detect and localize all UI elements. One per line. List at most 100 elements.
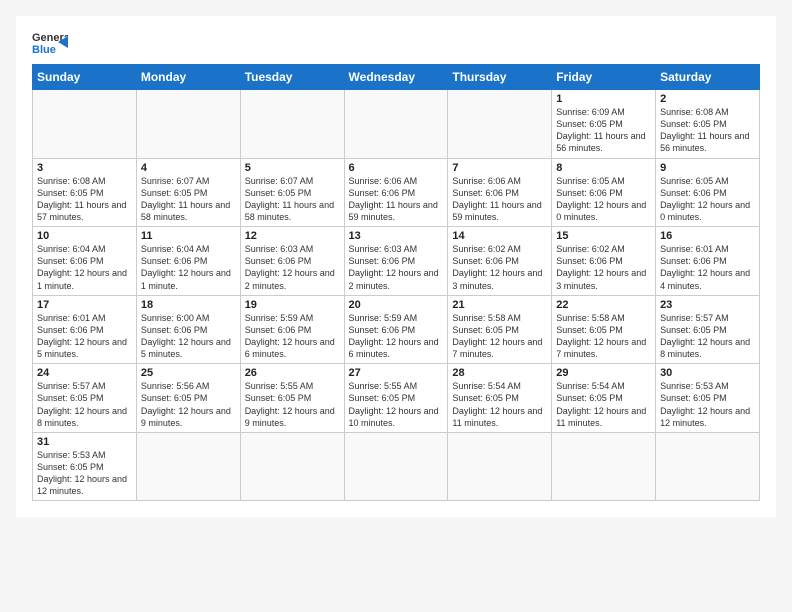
cell-sun-info: Sunrise: 5:59 AM Sunset: 6:06 PM Dayligh… bbox=[349, 312, 444, 361]
cell-sun-info: Sunrise: 6:05 AM Sunset: 6:06 PM Dayligh… bbox=[660, 175, 755, 224]
calendar-week-row: 31Sunrise: 5:53 AM Sunset: 6:05 PM Dayli… bbox=[33, 432, 760, 501]
calendar-cell: 25Sunrise: 5:56 AM Sunset: 6:05 PM Dayli… bbox=[136, 364, 240, 433]
cell-date-number: 17 bbox=[37, 299, 132, 311]
calendar-cell: 13Sunrise: 6:03 AM Sunset: 6:06 PM Dayli… bbox=[344, 227, 448, 296]
cell-date-number: 24 bbox=[37, 367, 132, 379]
cell-sun-info: Sunrise: 5:58 AM Sunset: 6:05 PM Dayligh… bbox=[452, 312, 547, 361]
header: General Blue bbox=[32, 28, 760, 56]
cell-date-number: 5 bbox=[245, 162, 340, 174]
svg-text:Blue: Blue bbox=[32, 44, 56, 56]
calendar-cell: 4Sunrise: 6:07 AM Sunset: 6:05 PM Daylig… bbox=[136, 158, 240, 227]
calendar-cell bbox=[136, 90, 240, 159]
calendar-cell: 8Sunrise: 6:05 AM Sunset: 6:06 PM Daylig… bbox=[552, 158, 656, 227]
cell-date-number: 4 bbox=[141, 162, 236, 174]
cell-date-number: 12 bbox=[245, 230, 340, 242]
cell-date-number: 13 bbox=[349, 230, 444, 242]
cell-sun-info: Sunrise: 6:04 AM Sunset: 6:06 PM Dayligh… bbox=[37, 243, 132, 292]
calendar-cell: 29Sunrise: 5:54 AM Sunset: 6:05 PM Dayli… bbox=[552, 364, 656, 433]
cell-date-number: 7 bbox=[452, 162, 547, 174]
cell-date-number: 18 bbox=[141, 299, 236, 311]
calendar-cell bbox=[656, 432, 760, 501]
calendar-cell bbox=[552, 432, 656, 501]
calendar-week-row: 17Sunrise: 6:01 AM Sunset: 6:06 PM Dayli… bbox=[33, 295, 760, 364]
logo: General Blue bbox=[32, 28, 68, 56]
calendar-cell: 21Sunrise: 5:58 AM Sunset: 6:05 PM Dayli… bbox=[448, 295, 552, 364]
calendar-cell: 22Sunrise: 5:58 AM Sunset: 6:05 PM Dayli… bbox=[552, 295, 656, 364]
calendar-cell: 20Sunrise: 5:59 AM Sunset: 6:06 PM Dayli… bbox=[344, 295, 448, 364]
calendar-cell: 17Sunrise: 6:01 AM Sunset: 6:06 PM Dayli… bbox=[33, 295, 137, 364]
cell-sun-info: Sunrise: 6:08 AM Sunset: 6:05 PM Dayligh… bbox=[37, 175, 132, 224]
calendar-week-row: 1Sunrise: 6:09 AM Sunset: 6:05 PM Daylig… bbox=[33, 90, 760, 159]
calendar-cell: 18Sunrise: 6:00 AM Sunset: 6:06 PM Dayli… bbox=[136, 295, 240, 364]
cell-date-number: 14 bbox=[452, 230, 547, 242]
cell-sun-info: Sunrise: 6:01 AM Sunset: 6:06 PM Dayligh… bbox=[660, 243, 755, 292]
calendar-table: SundayMondayTuesdayWednesdayThursdayFrid… bbox=[32, 64, 760, 501]
generalblue-logo-icon: General Blue bbox=[32, 28, 68, 56]
cell-sun-info: Sunrise: 5:55 AM Sunset: 6:05 PM Dayligh… bbox=[349, 380, 444, 429]
cell-date-number: 28 bbox=[452, 367, 547, 379]
cell-date-number: 11 bbox=[141, 230, 236, 242]
cell-sun-info: Sunrise: 5:59 AM Sunset: 6:06 PM Dayligh… bbox=[245, 312, 340, 361]
weekday-header-wednesday: Wednesday bbox=[344, 65, 448, 90]
cell-date-number: 3 bbox=[37, 162, 132, 174]
weekday-header-saturday: Saturday bbox=[656, 65, 760, 90]
weekday-header-tuesday: Tuesday bbox=[240, 65, 344, 90]
cell-date-number: 15 bbox=[556, 230, 651, 242]
calendar-cell bbox=[240, 432, 344, 501]
cell-date-number: 8 bbox=[556, 162, 651, 174]
calendar-cell: 27Sunrise: 5:55 AM Sunset: 6:05 PM Dayli… bbox=[344, 364, 448, 433]
cell-date-number: 19 bbox=[245, 299, 340, 311]
cell-sun-info: Sunrise: 6:09 AM Sunset: 6:05 PM Dayligh… bbox=[556, 106, 651, 155]
calendar-cell: 11Sunrise: 6:04 AM Sunset: 6:06 PM Dayli… bbox=[136, 227, 240, 296]
calendar-cell: 3Sunrise: 6:08 AM Sunset: 6:05 PM Daylig… bbox=[33, 158, 137, 227]
cell-sun-info: Sunrise: 6:04 AM Sunset: 6:06 PM Dayligh… bbox=[141, 243, 236, 292]
calendar-week-row: 3Sunrise: 6:08 AM Sunset: 6:05 PM Daylig… bbox=[33, 158, 760, 227]
calendar-cell: 24Sunrise: 5:57 AM Sunset: 6:05 PM Dayli… bbox=[33, 364, 137, 433]
calendar-cell: 5Sunrise: 6:07 AM Sunset: 6:05 PM Daylig… bbox=[240, 158, 344, 227]
calendar-cell bbox=[448, 90, 552, 159]
calendar-cell bbox=[240, 90, 344, 159]
cell-date-number: 21 bbox=[452, 299, 547, 311]
calendar-cell bbox=[33, 90, 137, 159]
cell-sun-info: Sunrise: 6:02 AM Sunset: 6:06 PM Dayligh… bbox=[452, 243, 547, 292]
cell-sun-info: Sunrise: 6:07 AM Sunset: 6:05 PM Dayligh… bbox=[141, 175, 236, 224]
cell-sun-info: Sunrise: 6:03 AM Sunset: 6:06 PM Dayligh… bbox=[349, 243, 444, 292]
cell-sun-info: Sunrise: 6:06 AM Sunset: 6:06 PM Dayligh… bbox=[452, 175, 547, 224]
calendar-week-row: 10Sunrise: 6:04 AM Sunset: 6:06 PM Dayli… bbox=[33, 227, 760, 296]
calendar-cell bbox=[136, 432, 240, 501]
cell-sun-info: Sunrise: 6:07 AM Sunset: 6:05 PM Dayligh… bbox=[245, 175, 340, 224]
cell-date-number: 9 bbox=[660, 162, 755, 174]
cell-sun-info: Sunrise: 6:03 AM Sunset: 6:06 PM Dayligh… bbox=[245, 243, 340, 292]
cell-date-number: 31 bbox=[37, 436, 132, 448]
cell-sun-info: Sunrise: 5:54 AM Sunset: 6:05 PM Dayligh… bbox=[452, 380, 547, 429]
cell-sun-info: Sunrise: 6:05 AM Sunset: 6:06 PM Dayligh… bbox=[556, 175, 651, 224]
calendar-cell: 7Sunrise: 6:06 AM Sunset: 6:06 PM Daylig… bbox=[448, 158, 552, 227]
cell-sun-info: Sunrise: 5:54 AM Sunset: 6:05 PM Dayligh… bbox=[556, 380, 651, 429]
cell-date-number: 16 bbox=[660, 230, 755, 242]
calendar-cell: 30Sunrise: 5:53 AM Sunset: 6:05 PM Dayli… bbox=[656, 364, 760, 433]
calendar-cell: 15Sunrise: 6:02 AM Sunset: 6:06 PM Dayli… bbox=[552, 227, 656, 296]
calendar-cell: 26Sunrise: 5:55 AM Sunset: 6:05 PM Dayli… bbox=[240, 364, 344, 433]
cell-sun-info: Sunrise: 6:06 AM Sunset: 6:06 PM Dayligh… bbox=[349, 175, 444, 224]
calendar-cell bbox=[344, 432, 448, 501]
calendar-cell: 10Sunrise: 6:04 AM Sunset: 6:06 PM Dayli… bbox=[33, 227, 137, 296]
calendar-cell: 6Sunrise: 6:06 AM Sunset: 6:06 PM Daylig… bbox=[344, 158, 448, 227]
cell-sun-info: Sunrise: 5:55 AM Sunset: 6:05 PM Dayligh… bbox=[245, 380, 340, 429]
calendar-cell: 9Sunrise: 6:05 AM Sunset: 6:06 PM Daylig… bbox=[656, 158, 760, 227]
cell-date-number: 2 bbox=[660, 93, 755, 105]
calendar-cell: 1Sunrise: 6:09 AM Sunset: 6:05 PM Daylig… bbox=[552, 90, 656, 159]
calendar-week-row: 24Sunrise: 5:57 AM Sunset: 6:05 PM Dayli… bbox=[33, 364, 760, 433]
calendar-cell bbox=[344, 90, 448, 159]
weekday-header-monday: Monday bbox=[136, 65, 240, 90]
cell-sun-info: Sunrise: 5:53 AM Sunset: 6:05 PM Dayligh… bbox=[660, 380, 755, 429]
calendar-cell: 19Sunrise: 5:59 AM Sunset: 6:06 PM Dayli… bbox=[240, 295, 344, 364]
calendar-cell: 28Sunrise: 5:54 AM Sunset: 6:05 PM Dayli… bbox=[448, 364, 552, 433]
cell-sun-info: Sunrise: 6:08 AM Sunset: 6:05 PM Dayligh… bbox=[660, 106, 755, 155]
cell-date-number: 30 bbox=[660, 367, 755, 379]
weekday-header-sunday: Sunday bbox=[33, 65, 137, 90]
calendar-cell bbox=[448, 432, 552, 501]
cell-sun-info: Sunrise: 5:56 AM Sunset: 6:05 PM Dayligh… bbox=[141, 380, 236, 429]
calendar-cell: 12Sunrise: 6:03 AM Sunset: 6:06 PM Dayli… bbox=[240, 227, 344, 296]
calendar-cell: 14Sunrise: 6:02 AM Sunset: 6:06 PM Dayli… bbox=[448, 227, 552, 296]
cell-sun-info: Sunrise: 6:00 AM Sunset: 6:06 PM Dayligh… bbox=[141, 312, 236, 361]
